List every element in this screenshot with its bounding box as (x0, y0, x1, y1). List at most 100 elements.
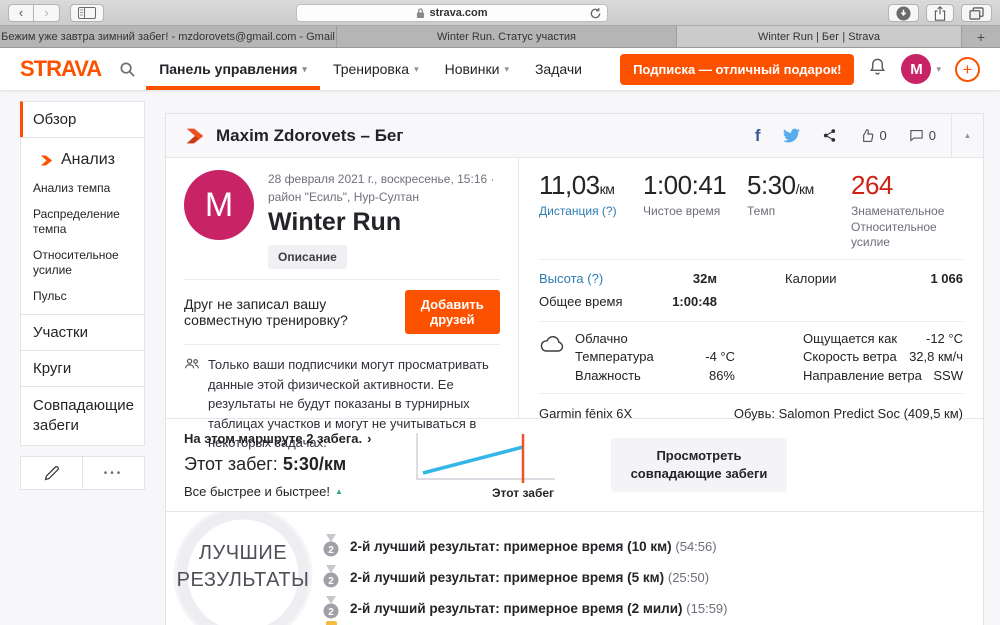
back-icon: ‹ (19, 5, 23, 20)
nav-item-explore[interactable]: Новинки ▾ (432, 48, 522, 90)
nav-label: Тренировка (333, 61, 409, 77)
facebook-icon: f (755, 126, 761, 146)
strava-chevron-icon (39, 153, 54, 168)
share-page-button[interactable] (926, 4, 954, 22)
svg-text:2: 2 (328, 545, 334, 556)
browser-tab-bar: Бежим уже завтра зимний забег! - mzdorov… (0, 26, 1000, 48)
strava-top-nav: STRAVA Панель управления ▾ Тренировка ▾ … (0, 48, 1000, 91)
friend-prompt-text: Друг не записал вашу совместную трениров… (184, 296, 405, 328)
tab-title: Winter Run | Бег | Strava (758, 31, 880, 43)
comment-button[interactable]: 0 (898, 128, 947, 143)
kudos-count: 0 (880, 128, 887, 143)
bell-icon[interactable] (868, 57, 887, 81)
gold-medal-icon-partial (326, 621, 337, 625)
browser-tab-gmail[interactable]: Бежим уже завтра зимний забег! - mzdorov… (0, 26, 337, 47)
best-effort-row[interactable]: 2 2-й лучший результат: примерное время … (322, 596, 983, 620)
wind-direction-value: SSW (933, 367, 963, 385)
chevron-down-icon[interactable]: ▾ (936, 64, 941, 75)
trend-up-icon: ▲ (335, 487, 343, 496)
add-activity-button[interactable]: + (955, 57, 980, 82)
best-efforts-heading: ЛУЧШИЕ РЕЗУЛЬТАТЫ (168, 540, 318, 594)
sidebar-item-pace-distribution[interactable]: Распределение темпа (33, 207, 132, 238)
trend-text: Все быстрее и быстрее! (184, 484, 330, 499)
twitter-icon (783, 127, 800, 144)
tab-overview-button[interactable] (961, 4, 992, 22)
nav-item-challenges[interactable]: Задачи (522, 48, 595, 90)
share-icon (934, 6, 946, 21)
new-tab-button[interactable]: + (962, 26, 1000, 47)
browser-tab-strava-active[interactable]: Winter Run | Бег | Strava (677, 26, 962, 47)
shoes-info[interactable]: Обувь: Salomon Predict Soc (409,5 км) (734, 406, 963, 421)
kudos-button[interactable]: 0 (848, 128, 898, 144)
elevation-label-link[interactable]: Высота (?) (539, 268, 603, 291)
user-avatar[interactable]: M (901, 54, 931, 84)
best-effort-row[interactable]: 2 2-й лучший результат: примерное время … (322, 565, 983, 589)
downloads-button[interactable] (888, 4, 919, 22)
sidebar-item-overview[interactable]: Обзор (20, 101, 145, 138)
sidebar-actions: ••• (20, 456, 145, 490)
sidebar-item-analysis[interactable]: Анализ (33, 147, 132, 171)
distance-label-link[interactable]: Дистанция (?) (539, 204, 627, 220)
weather-condition: Облачно (575, 330, 628, 348)
temperature-value: -4 °C (705, 348, 735, 366)
sidebar-item-heart-rate[interactable]: Пульс (33, 289, 132, 305)
svg-text:2: 2 (328, 576, 334, 587)
best-effort-row[interactable]: 2 2-й лучший результат: примерное время … (322, 534, 983, 558)
divider (184, 344, 500, 345)
route-runs-text[interactable]: На этом маршруте 2 забега. (184, 431, 362, 446)
stat-moving-time: 1:00:41 Чистое время (643, 170, 731, 251)
browser-back-button[interactable]: ‹ (8, 4, 34, 22)
more-actions-button[interactable]: ••• (82, 457, 144, 489)
edit-activity-button[interactable] (21, 457, 82, 489)
url-bar[interactable]: strava.com (296, 4, 608, 22)
strava-logo[interactable]: STRAVA (20, 56, 101, 82)
calories-label: Калории (785, 268, 837, 291)
sidebar-item-segments[interactable]: Участки (20, 314, 145, 351)
subscribe-button[interactable]: Подписка — отличный подарок! (620, 54, 854, 85)
sidebar-item-matched-runs[interactable]: Совпадающие забеги (20, 386, 145, 447)
nav-label: Задачи (535, 61, 582, 77)
elapsed-time-value: 1:00:48 (672, 291, 717, 314)
activity-title: Winter Run (268, 208, 500, 237)
browser-tab-status[interactable]: Winter Run. Статус участия (337, 26, 677, 47)
athlete-avatar[interactable]: M (184, 170, 254, 240)
lock-icon (416, 7, 425, 19)
sidebar-item-relative-effort[interactable]: Относительное усилие (33, 248, 132, 279)
best-efforts-section: ЛУЧШИЕ РЕЗУЛЬТАТЫ 2 2-й лучший результат… (166, 511, 983, 625)
svg-text:2: 2 (328, 607, 334, 618)
activity-share-button[interactable] (811, 128, 848, 143)
sidebar-item-laps[interactable]: Круги (20, 350, 145, 387)
silver-medal-icon: 2 (322, 534, 340, 558)
collapse-icon: ▲ (964, 131, 972, 140)
collapse-header-button[interactable]: ▲ (951, 114, 983, 157)
pencil-icon (43, 465, 60, 482)
search-icon[interactable] (119, 61, 136, 78)
device-name: Garmin fēnix 6X (539, 406, 632, 421)
activity-sidebar: Обзор Анализ Анализ темпа Распределение … (20, 101, 145, 490)
browser-chrome: ‹ › strava.com (0, 0, 1000, 26)
view-matched-runs-button[interactable]: Просмотреть совпадающие забеги (611, 438, 787, 492)
twitter-share-button[interactable] (772, 127, 811, 144)
chevron-down-icon: ▾ (414, 64, 419, 75)
sidebar-analysis-group: Анализ Анализ темпа Распределение темпа … (20, 137, 145, 315)
nav-item-dashboard[interactable]: Панель управления ▾ (146, 48, 320, 90)
browser-sidebar-button[interactable] (70, 4, 104, 22)
browser-forward-button[interactable]: › (34, 4, 60, 22)
description-button[interactable]: Описание (268, 245, 347, 269)
reload-icon[interactable] (589, 7, 602, 23)
activity-panel: Maxim Zdorovets – Бег f 0 0 ▲ (165, 113, 984, 625)
sidebar-label: Анализ (61, 151, 115, 169)
feels-like-value: -12 °C (926, 330, 963, 348)
more-icon: ••• (104, 468, 124, 479)
sidebar-item-pace-analysis[interactable]: Анализ темпа (33, 181, 132, 197)
elevation-value: 32м (693, 268, 717, 291)
add-friends-button[interactable]: Добавить друзей (405, 290, 501, 334)
humidity-value: 86% (709, 367, 735, 385)
facebook-share-button[interactable]: f (744, 126, 772, 146)
nav-item-training[interactable]: Тренировка ▾ (320, 48, 432, 90)
chart-trend-line (423, 447, 523, 473)
calories-value: 1 066 (930, 268, 963, 291)
thumbs-up-icon (859, 128, 875, 144)
activity-stats-column: 11,03км Дистанция (?) 1:00:41 Чистое вре… (519, 158, 983, 418)
divider (184, 279, 500, 280)
